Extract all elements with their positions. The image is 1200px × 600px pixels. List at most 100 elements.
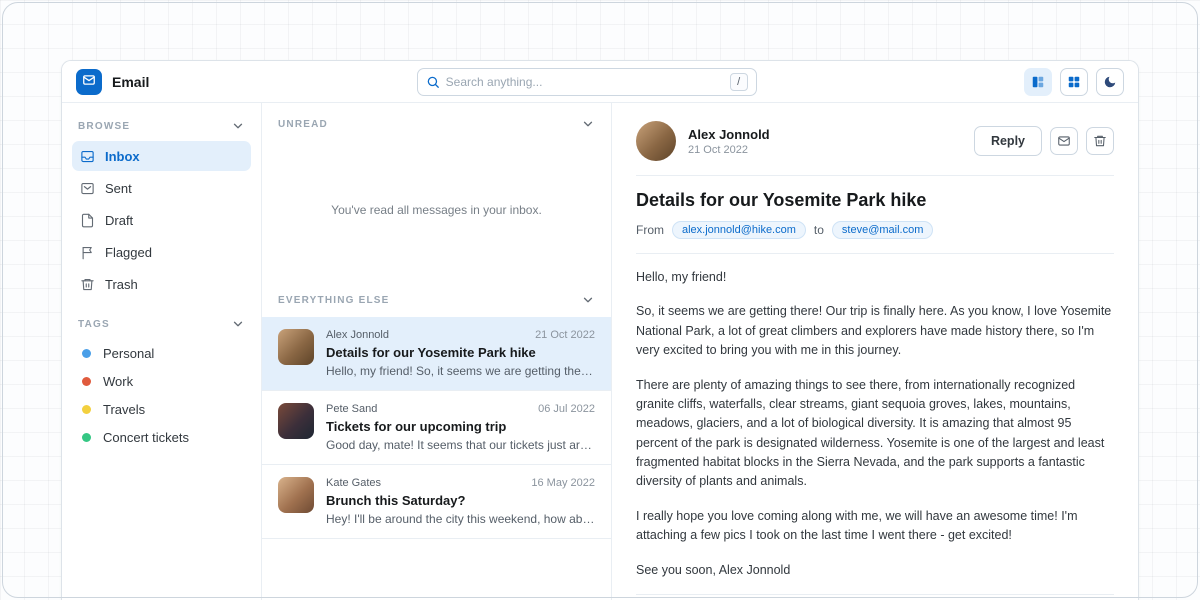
email-sender: Kate Gates [326,477,381,489]
unread-section-head[interactable]: Unread [262,103,611,141]
dark-mode-button[interactable] [1096,68,1124,96]
divider [636,253,1114,254]
unread-empty-message: You've read all messages in your inbox. [262,141,611,279]
to-email-chip[interactable]: steve@mail.com [832,221,933,239]
delete-button[interactable] [1086,127,1114,155]
chevron-down-icon[interactable] [581,293,595,307]
sidebar-item-label: Trash [105,277,138,292]
chevron-down-icon[interactable] [231,119,245,133]
email-subject: Tickets for our upcoming trip [326,419,595,434]
tag-item-concert-tickets[interactable]: Concert tickets [72,423,251,451]
chevron-down-icon[interactable] [231,317,245,331]
email-logo-button[interactable] [76,69,102,95]
sidebar-item-sent[interactable]: Sent [72,173,251,203]
tag-label: Travels [103,402,145,417]
email-sender: Alex Jonnold [326,329,389,341]
avatar [278,403,314,439]
apps-grid-button[interactable] [1060,68,1088,96]
email-date: 16 May 2022 [531,477,595,489]
email-sender: Pete Sand [326,403,377,415]
layout-toggle-button[interactable] [1024,68,1052,96]
tag-label: Personal [103,346,154,361]
to-label: to [814,223,824,237]
tag-color-dot [82,405,91,414]
browse-section-head[interactable]: Browse [72,115,251,141]
email-paragraph: I really hope you love coming along with… [636,507,1114,546]
divider [636,594,1114,595]
header-actions [1024,68,1124,96]
flag-icon [80,245,95,260]
email-snippet: Hello, my friend! So, it seems we are ge… [326,364,595,378]
from-email-chip[interactable]: alex.jonnold@hike.com [672,221,806,239]
detail-sender-name: Alex Jonnold [688,127,770,142]
trash-icon [80,277,95,292]
unread-label: Unread [278,119,328,130]
sidebar-item-trash[interactable]: Trash [72,269,251,299]
email-app-window: Email / [61,60,1139,600]
mark-unread-button[interactable] [1050,127,1078,155]
email-detail-pane: Alex Jonnold 21 Oct 2022 Reply [612,103,1138,600]
tag-item-travels[interactable]: Travels [72,395,251,423]
mail-list-column: Unread You've read all messages in your … [262,103,612,600]
from-label: From [636,223,664,237]
email-body: Hello, my friend! So, it seems we are ge… [636,268,1114,580]
sidebar-item-flagged[interactable]: Flagged [72,237,251,267]
email-snippet: Good day, mate! It seems that our ticket… [326,438,595,452]
draft-icon [80,213,95,228]
email-subject: Details for our Yosemite Park hike [326,345,595,360]
email-snippet: Hey! I'll be around the city this weeken… [326,512,595,526]
search-input[interactable] [446,75,724,89]
tag-color-dot [82,377,91,386]
email-list-item[interactable]: Pete Sand 06 Jul 2022 Tickets for our up… [262,391,611,465]
divider [636,175,1114,176]
email-list-item[interactable]: Alex Jonnold 21 Oct 2022 Details for our… [262,317,611,391]
email-paragraph: Hello, my friend! [636,268,1114,287]
tag-color-dot [82,349,91,358]
email-paragraph: See you soon, Alex Jonnold [636,561,1114,580]
app-body: Browse Inbox Sent [62,103,1138,600]
apps-grid-icon [1067,75,1081,89]
moon-icon [1103,75,1117,89]
from-to-row: From alex.jonnold@hike.com to steve@mail… [636,221,1114,239]
email-item-content: Kate Gates 16 May 2022 Brunch this Satur… [326,477,595,526]
tag-color-dot [82,433,91,442]
detail-actions: Reply [974,126,1114,156]
email-list-item[interactable]: Kate Gates 16 May 2022 Brunch this Satur… [262,465,611,539]
layout-icon [1031,75,1045,89]
tags-section-head[interactable]: Tags [72,313,251,339]
sidebar-item-inbox[interactable]: Inbox [72,141,251,171]
detail-sender-block: Alex Jonnold 21 Oct 2022 [688,127,770,156]
sidebar-item-label: Draft [105,213,133,228]
tag-label: Work [103,374,133,389]
detail-date: 21 Oct 2022 [688,144,770,156]
everything-else-section-head[interactable]: Everything else [262,279,611,317]
detail-subject: Details for our Yosemite Park hike [636,190,1114,211]
search-box[interactable]: / [417,68,757,96]
email-date: 06 Jul 2022 [538,403,595,415]
sidebar-item-label: Flagged [105,245,152,260]
detail-header: Alex Jonnold 21 Oct 2022 Reply [636,121,1114,161]
tags-label: Tags [78,319,110,330]
sidebar-item-label: Sent [105,181,132,196]
avatar [636,121,676,161]
send-icon [80,181,95,196]
tag-label: Concert tickets [103,430,189,445]
email-date: 21 Oct 2022 [535,329,595,341]
sidebar-item-draft[interactable]: Draft [72,205,251,235]
avatar [278,329,314,365]
chevron-down-icon[interactable] [581,117,595,131]
tags-section: Tags Personal Work Travels [72,313,251,451]
trash-icon [1093,134,1107,148]
email-item-content: Pete Sand 06 Jul 2022 Tickets for our up… [326,403,595,452]
tag-item-personal[interactable]: Personal [72,339,251,367]
search-icon [426,75,440,89]
envelope-icon [1057,134,1071,148]
inbox-icon [80,149,95,164]
header-center: / [149,68,1024,96]
reply-button[interactable]: Reply [974,126,1042,156]
search-shortcut-badge: / [730,73,748,91]
app-header: Email / [62,61,1138,103]
sidebar: Browse Inbox Sent [62,103,262,600]
tag-item-work[interactable]: Work [72,367,251,395]
envelope-icon [82,73,96,90]
